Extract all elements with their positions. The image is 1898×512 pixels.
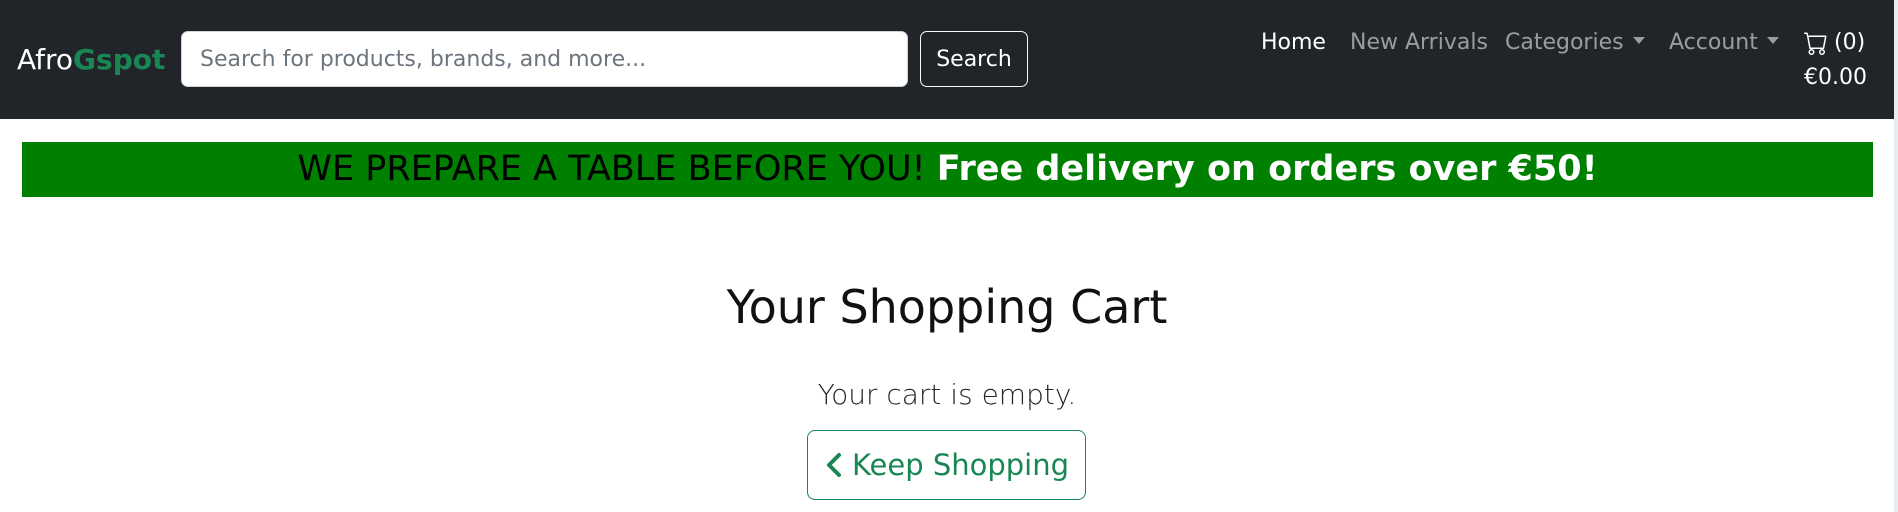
promo-offer: Free delivery on orders over €50! bbox=[936, 149, 1598, 189]
keep-shopping-button[interactable]: Keep Shopping bbox=[807, 430, 1086, 500]
nav-account-dropdown[interactable]: Account bbox=[1669, 28, 1779, 58]
cart-link[interactable]: (0) €0.00 bbox=[1804, 28, 1894, 93]
nav-categories-dropdown[interactable]: Categories bbox=[1505, 28, 1645, 58]
brand-name-main: Afro bbox=[17, 43, 74, 76]
brand-logo[interactable]: AfroGspot bbox=[17, 42, 165, 78]
promo-tagline: WE PREPARE A TABLE BEFORE YOU! bbox=[297, 149, 926, 189]
nav-account-label: Account bbox=[1669, 30, 1758, 55]
empty-cart-message: Your cart is empty. bbox=[817, 378, 1077, 411]
chevron-down-icon bbox=[1766, 36, 1779, 44]
nav-new-arrivals-link[interactable]: New Arrivals bbox=[1350, 28, 1488, 58]
cart-total: €0.00 bbox=[1804, 65, 1867, 90]
cart-icon bbox=[1804, 32, 1827, 55]
promo-banner: WE PREPARE A TABLE BEFORE YOU! Free deli… bbox=[22, 142, 1873, 197]
search-button[interactable]: Search bbox=[920, 31, 1028, 87]
search-input[interactable] bbox=[181, 31, 908, 87]
page-title: Your Shopping Cart bbox=[726, 280, 1168, 334]
chevron-down-icon bbox=[1632, 36, 1645, 44]
brand-name-accent: Gspot bbox=[73, 43, 166, 76]
cart-count: (0) bbox=[1834, 30, 1866, 55]
nav-categories-label: Categories bbox=[1505, 30, 1624, 55]
scrollbar-track[interactable] bbox=[1894, 0, 1898, 512]
top-navbar: AfroGspot Search Home New Arrivals Categ… bbox=[0, 0, 1894, 119]
chevron-left-icon bbox=[826, 453, 841, 477]
nav-home-link[interactable]: Home bbox=[1261, 28, 1326, 58]
keep-shopping-label: Keep Shopping bbox=[851, 448, 1070, 482]
